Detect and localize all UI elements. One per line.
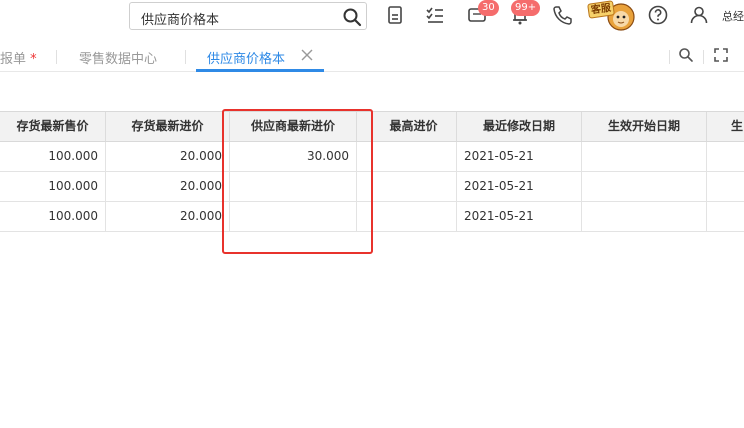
cell-effective-end-date[interactable] xyxy=(707,142,744,171)
cell-supplier-latest-purchase-price[interactable] xyxy=(230,202,357,231)
cell-effective-end-date[interactable] xyxy=(707,202,744,231)
table-header-row: 存货最新售价 存货最新进价 供应商最新进价 最高进价 最近修改日期 生效开始日期… xyxy=(0,112,744,142)
table-row[interactable]: 100.000 20.000 30.000 2021-05-21 xyxy=(0,142,744,172)
cell-effective-start-date[interactable] xyxy=(582,202,707,231)
cell-last-modified-date[interactable]: 2021-05-21 xyxy=(457,172,582,201)
col-header-last-modified-date[interactable]: 最近修改日期 xyxy=(457,112,582,141)
table-row[interactable]: 100.000 20.000 2021-05-21 xyxy=(0,172,744,202)
cell-effective-start-date[interactable] xyxy=(582,172,707,201)
notifications-badge: 99+ xyxy=(511,0,541,16)
user-name[interactable]: 总经 xyxy=(722,8,744,24)
cell-stock-latest-purchase-price[interactable]: 20.000 xyxy=(106,202,230,231)
col-header-stock-latest-sale-price[interactable]: 存货最新售价 xyxy=(0,112,106,141)
save-icon[interactable] xyxy=(384,4,406,26)
top-bar: 供应商价格本 30 99+ 客服 总经 xyxy=(0,0,744,34)
search-input[interactable]: 供应商价格本 xyxy=(129,2,367,30)
required-mark: * xyxy=(30,52,37,67)
tab-retail-data-center[interactable]: 零售数据中心 xyxy=(79,48,157,67)
tab-divider xyxy=(56,50,57,64)
tab-divider xyxy=(669,50,670,64)
tab-search-icon[interactable] xyxy=(678,47,694,63)
col-header-stock-latest-purchase-price[interactable]: 存货最新进价 xyxy=(106,112,230,141)
col-header-supplier-latest-purchase-price[interactable]: 供应商最新进价 xyxy=(230,112,357,141)
search-icon[interactable] xyxy=(342,7,362,27)
fullscreen-icon[interactable] xyxy=(713,47,729,63)
messages-badge: 30 xyxy=(478,0,499,16)
tab-divider xyxy=(703,50,704,64)
cell-last-modified-date[interactable]: 2021-05-21 xyxy=(457,202,582,231)
task-list-icon[interactable] xyxy=(424,4,446,26)
help-icon[interactable] xyxy=(647,4,669,26)
price-table: 存货最新售价 存货最新进价 供应商最新进价 最高进价 最近修改日期 生效开始日期… xyxy=(0,111,744,232)
cell-last-modified-date[interactable]: 2021-05-21 xyxy=(457,142,582,171)
table-row[interactable]: 100.000 20.000 2021-05-21 xyxy=(0,202,744,232)
cell-stock-latest-sale-price[interactable]: 100.000 xyxy=(0,142,106,171)
cell-stock-latest-purchase-price[interactable]: 20.000 xyxy=(106,172,230,201)
cell-effective-end-date[interactable] xyxy=(707,172,744,201)
col-header-effective-start-date[interactable]: 生效开始日期 xyxy=(582,112,707,141)
cell-supplier-latest-purchase-price[interactable] xyxy=(230,172,357,201)
cell-max-purchase-price[interactable] xyxy=(371,202,457,231)
active-tab-indicator xyxy=(196,69,324,72)
tab-order[interactable]: 报单 * xyxy=(0,48,37,67)
close-tab-icon[interactable] xyxy=(300,48,314,62)
tab-order-label: 报单 xyxy=(0,52,27,67)
col-header-max-purchase-price[interactable]: 最高进价 xyxy=(371,112,457,141)
tab-supplier-price-book[interactable]: 供应商价格本 xyxy=(207,48,285,67)
cell-blank[interactable] xyxy=(357,172,372,201)
col-header-blank[interactable] xyxy=(357,112,372,141)
tab-bar: 报单 * 零售数据中心 供应商价格本 xyxy=(0,40,744,72)
cell-max-purchase-price[interactable] xyxy=(371,142,457,171)
cell-stock-latest-sale-price[interactable]: 100.000 xyxy=(0,202,106,231)
col-header-effective-end-date[interactable]: 生 xyxy=(707,112,744,141)
cell-stock-latest-purchase-price[interactable]: 20.000 xyxy=(106,142,230,171)
search-value: 供应商价格本 xyxy=(141,13,220,28)
cell-blank[interactable] xyxy=(357,202,372,231)
cell-max-purchase-price[interactable] xyxy=(371,172,457,201)
cell-blank[interactable] xyxy=(357,142,372,171)
cell-supplier-latest-purchase-price[interactable]: 30.000 xyxy=(230,142,357,171)
user-icon[interactable] xyxy=(688,4,710,26)
cell-effective-start-date[interactable] xyxy=(582,142,707,171)
phone-icon[interactable] xyxy=(551,4,573,26)
cell-stock-latest-sale-price[interactable]: 100.000 xyxy=(0,172,106,201)
tab-divider xyxy=(185,50,186,64)
